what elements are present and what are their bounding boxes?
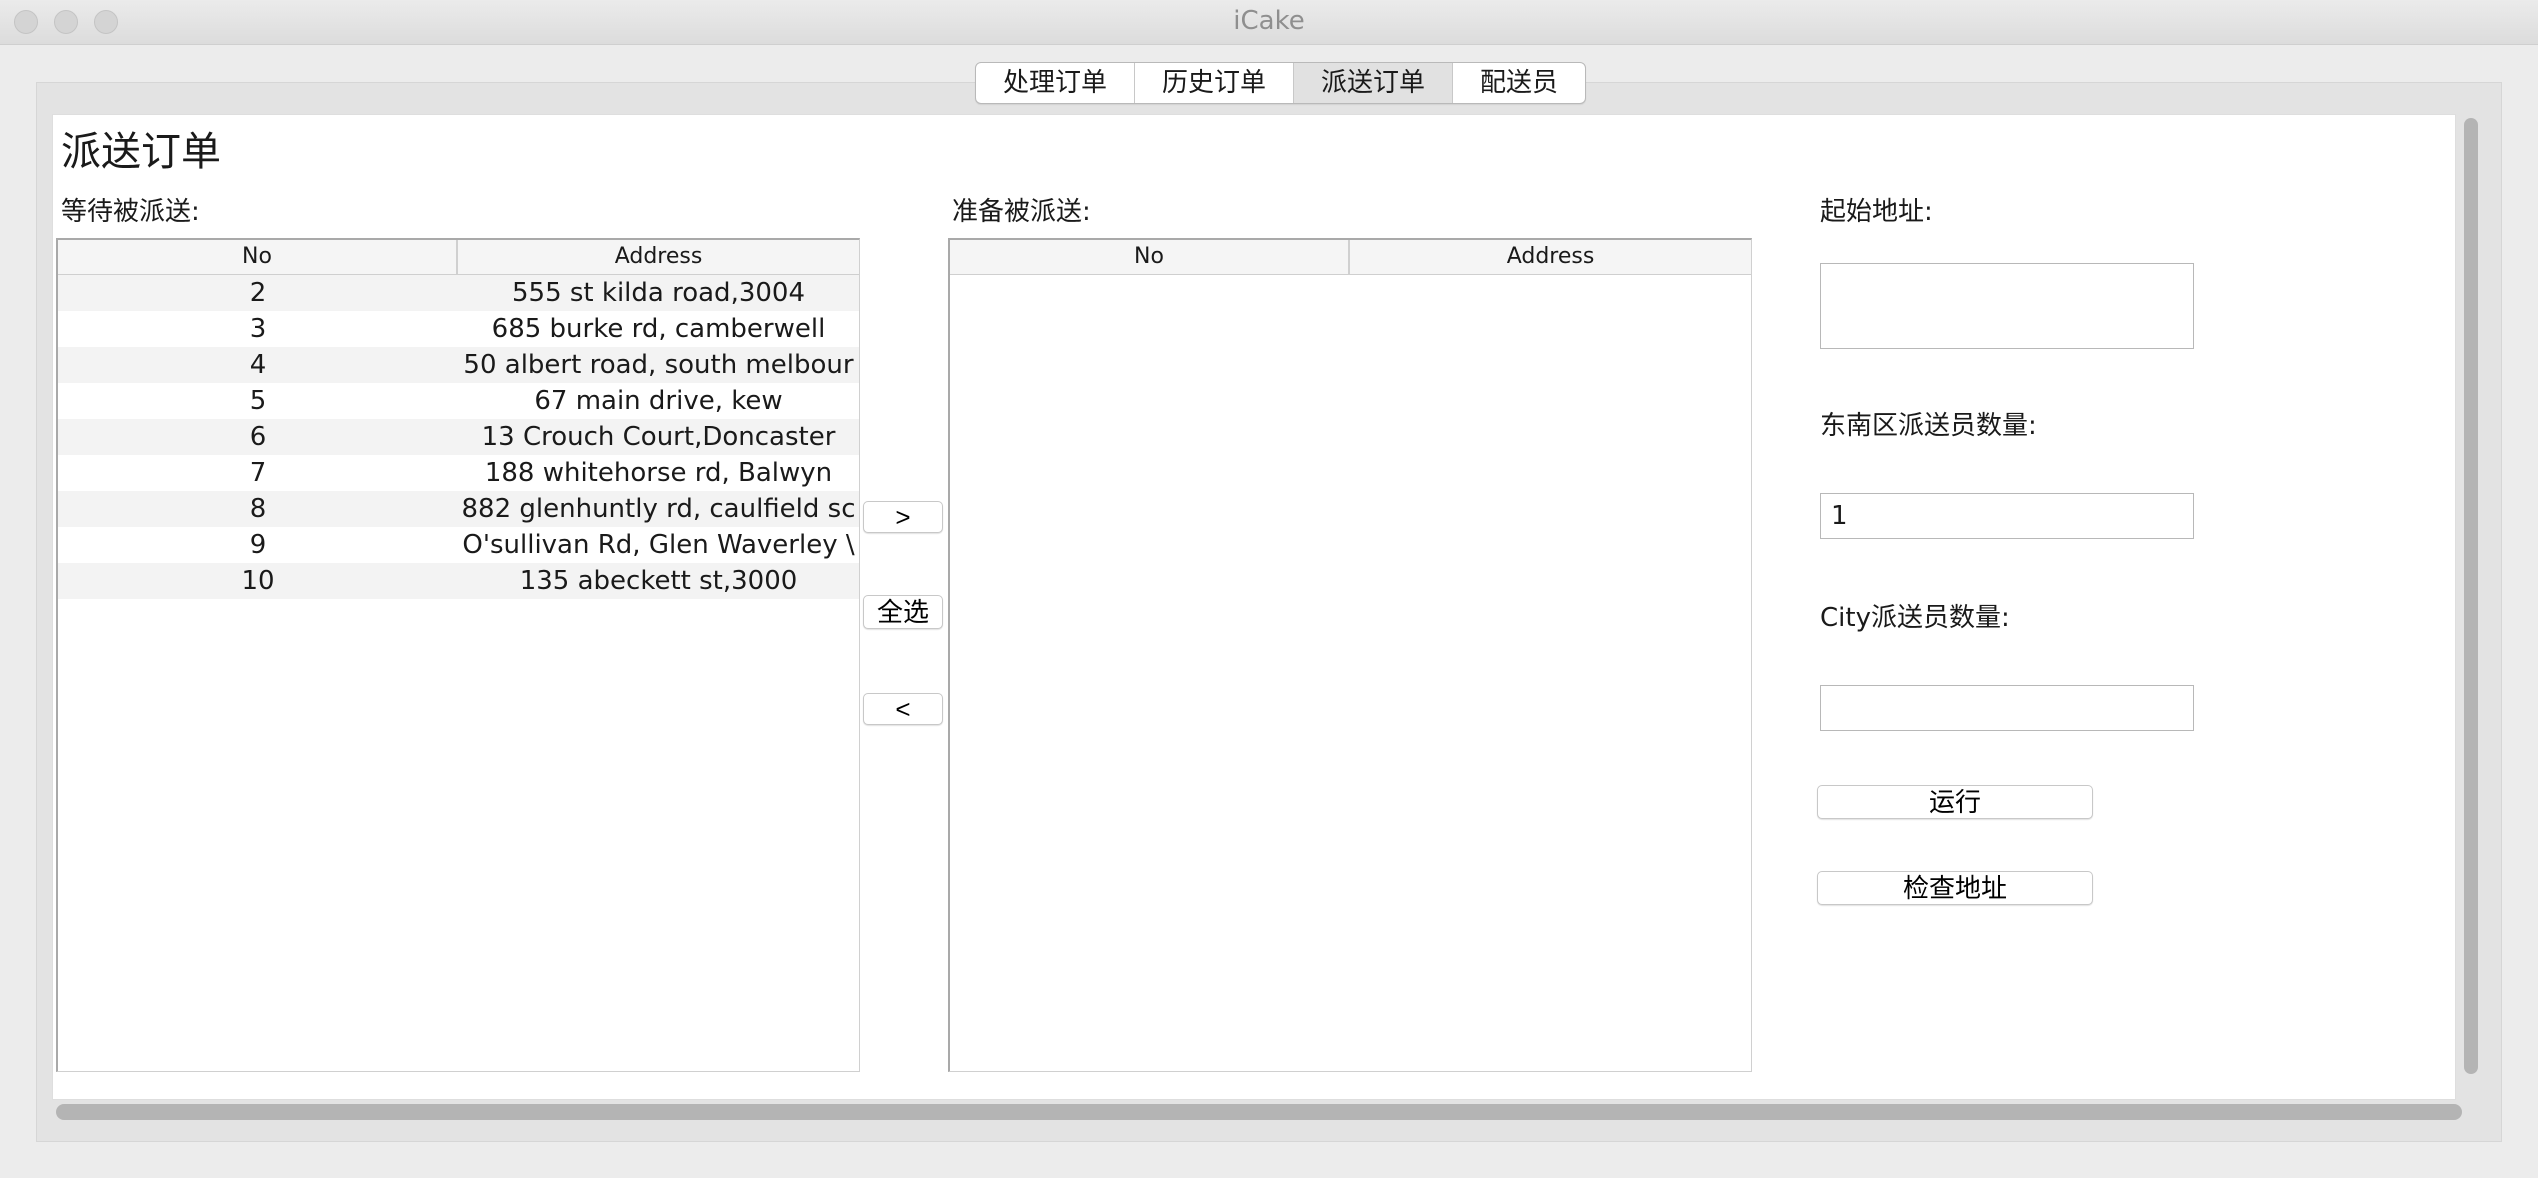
address-cell: 13 Crouch Court,Doncaster — [481, 422, 836, 452]
table-row[interactable]: 9 O'sullivan Rd, Glen Waverley \ — [58, 527, 859, 563]
table-row[interactable]: 5 67 main drive, kew — [58, 383, 859, 419]
city-courier-count-label: City派送员数量: — [1820, 603, 2010, 633]
table-row[interactable]: 2 555 st kilda road,3004 — [58, 275, 859, 311]
order-number-cell: 3 — [249, 314, 267, 344]
column-header-no[interactable]: No — [58, 240, 458, 274]
order-number-cell: 7 — [249, 458, 267, 488]
address-cell: 882 glenhuntly rd, caulfield sc — [461, 494, 856, 524]
table-row[interactable]: 3 685 burke rd, camberwell — [58, 311, 859, 347]
start-address-label: 起始地址: — [1820, 197, 1933, 227]
tab-bar: 处理订单 历史订单 派送订单 配送员 — [975, 62, 1587, 104]
table-header: No Address — [950, 240, 1751, 275]
check-address-button[interactable]: 检查地址 — [1817, 871, 2093, 905]
order-number-cell: 10 — [241, 566, 275, 596]
address-cell: O'sullivan Rd, Glen Waverley \ — [462, 530, 855, 560]
order-number-cell: 9 — [249, 530, 267, 560]
address-cell: 685 burke rd, camberwell — [491, 314, 826, 344]
move-right-button[interactable]: > — [863, 501, 943, 533]
table-row[interactable]: 10 135 abeckett st,3000 — [58, 563, 859, 599]
table-row[interactable]: 7 188 whitehorse rd, Balwyn — [58, 455, 859, 491]
address-cell: 135 abeckett st,3000 — [519, 566, 798, 596]
table-row[interactable]: 8 882 glenhuntly rd, caulfield sc — [58, 491, 859, 527]
move-left-button[interactable]: < — [863, 693, 943, 725]
order-number-cell: 8 — [249, 494, 267, 524]
table-row[interactable]: 6 13 Crouch Court,Doncaster — [58, 419, 859, 455]
tab-process-orders[interactable]: 处理订单 — [976, 63, 1136, 103]
order-number-cell: 4 — [249, 350, 267, 380]
tab-dispatch-orders[interactable]: 派送订单 — [1294, 63, 1454, 103]
waiting-orders-table[interactable]: No Address 2 555 st kilda road,3004 3 685 b… — [56, 238, 860, 1072]
order-number-cell: 5 — [249, 386, 267, 416]
waiting-list-label: 等待被派送: — [61, 197, 200, 227]
horizontal-scrollbar[interactable] — [56, 1104, 2462, 1120]
page-title: 派送订单 — [61, 129, 221, 175]
table-header: No Address — [58, 240, 859, 275]
column-header-address[interactable]: Address — [458, 240, 859, 274]
select-all-button[interactable]: 全选 — [863, 595, 943, 629]
ready-orders-table[interactable]: No Address — [948, 238, 1752, 1072]
vertical-scrollbar[interactable] — [2464, 118, 2478, 1074]
address-cell: 50 albert road, south melbour — [463, 350, 854, 380]
order-number-cell: 6 — [249, 422, 267, 452]
title-bar: iCake — [0, 0, 2538, 45]
start-address-input[interactable] — [1820, 263, 2194, 349]
tab-history-orders[interactable]: 历史订单 — [1135, 63, 1295, 103]
southeast-courier-count-label: 东南区派送员数量: — [1820, 411, 2037, 441]
southeast-courier-count-input[interactable] — [1820, 493, 2194, 539]
column-header-no[interactable]: No — [950, 240, 1350, 274]
dispatch-panel: 派送订单 等待被派送: No Address 2 555 st kilda roa… — [52, 114, 2456, 1100]
table-row[interactable]: 4 50 albert road, south melbour — [58, 347, 859, 383]
address-cell: 67 main drive, kew — [534, 386, 783, 416]
run-button[interactable]: 运行 — [1817, 785, 2093, 819]
column-header-address[interactable]: Address — [1350, 240, 1751, 274]
address-cell: 188 whitehorse rd, Balwyn — [484, 458, 833, 488]
window-title: iCake — [1233, 6, 1305, 36]
city-courier-count-input[interactable] — [1820, 685, 2194, 731]
waiting-rows: 2 555 st kilda road,3004 3 685 burke rd, ca… — [58, 275, 859, 599]
ready-list-label: 准备被派送: — [952, 197, 1091, 227]
tab-couriers[interactable]: 配送员 — [1453, 63, 1585, 103]
address-cell: 555 st kilda road,3004 — [512, 278, 805, 308]
order-number-cell: 2 — [249, 278, 267, 308]
